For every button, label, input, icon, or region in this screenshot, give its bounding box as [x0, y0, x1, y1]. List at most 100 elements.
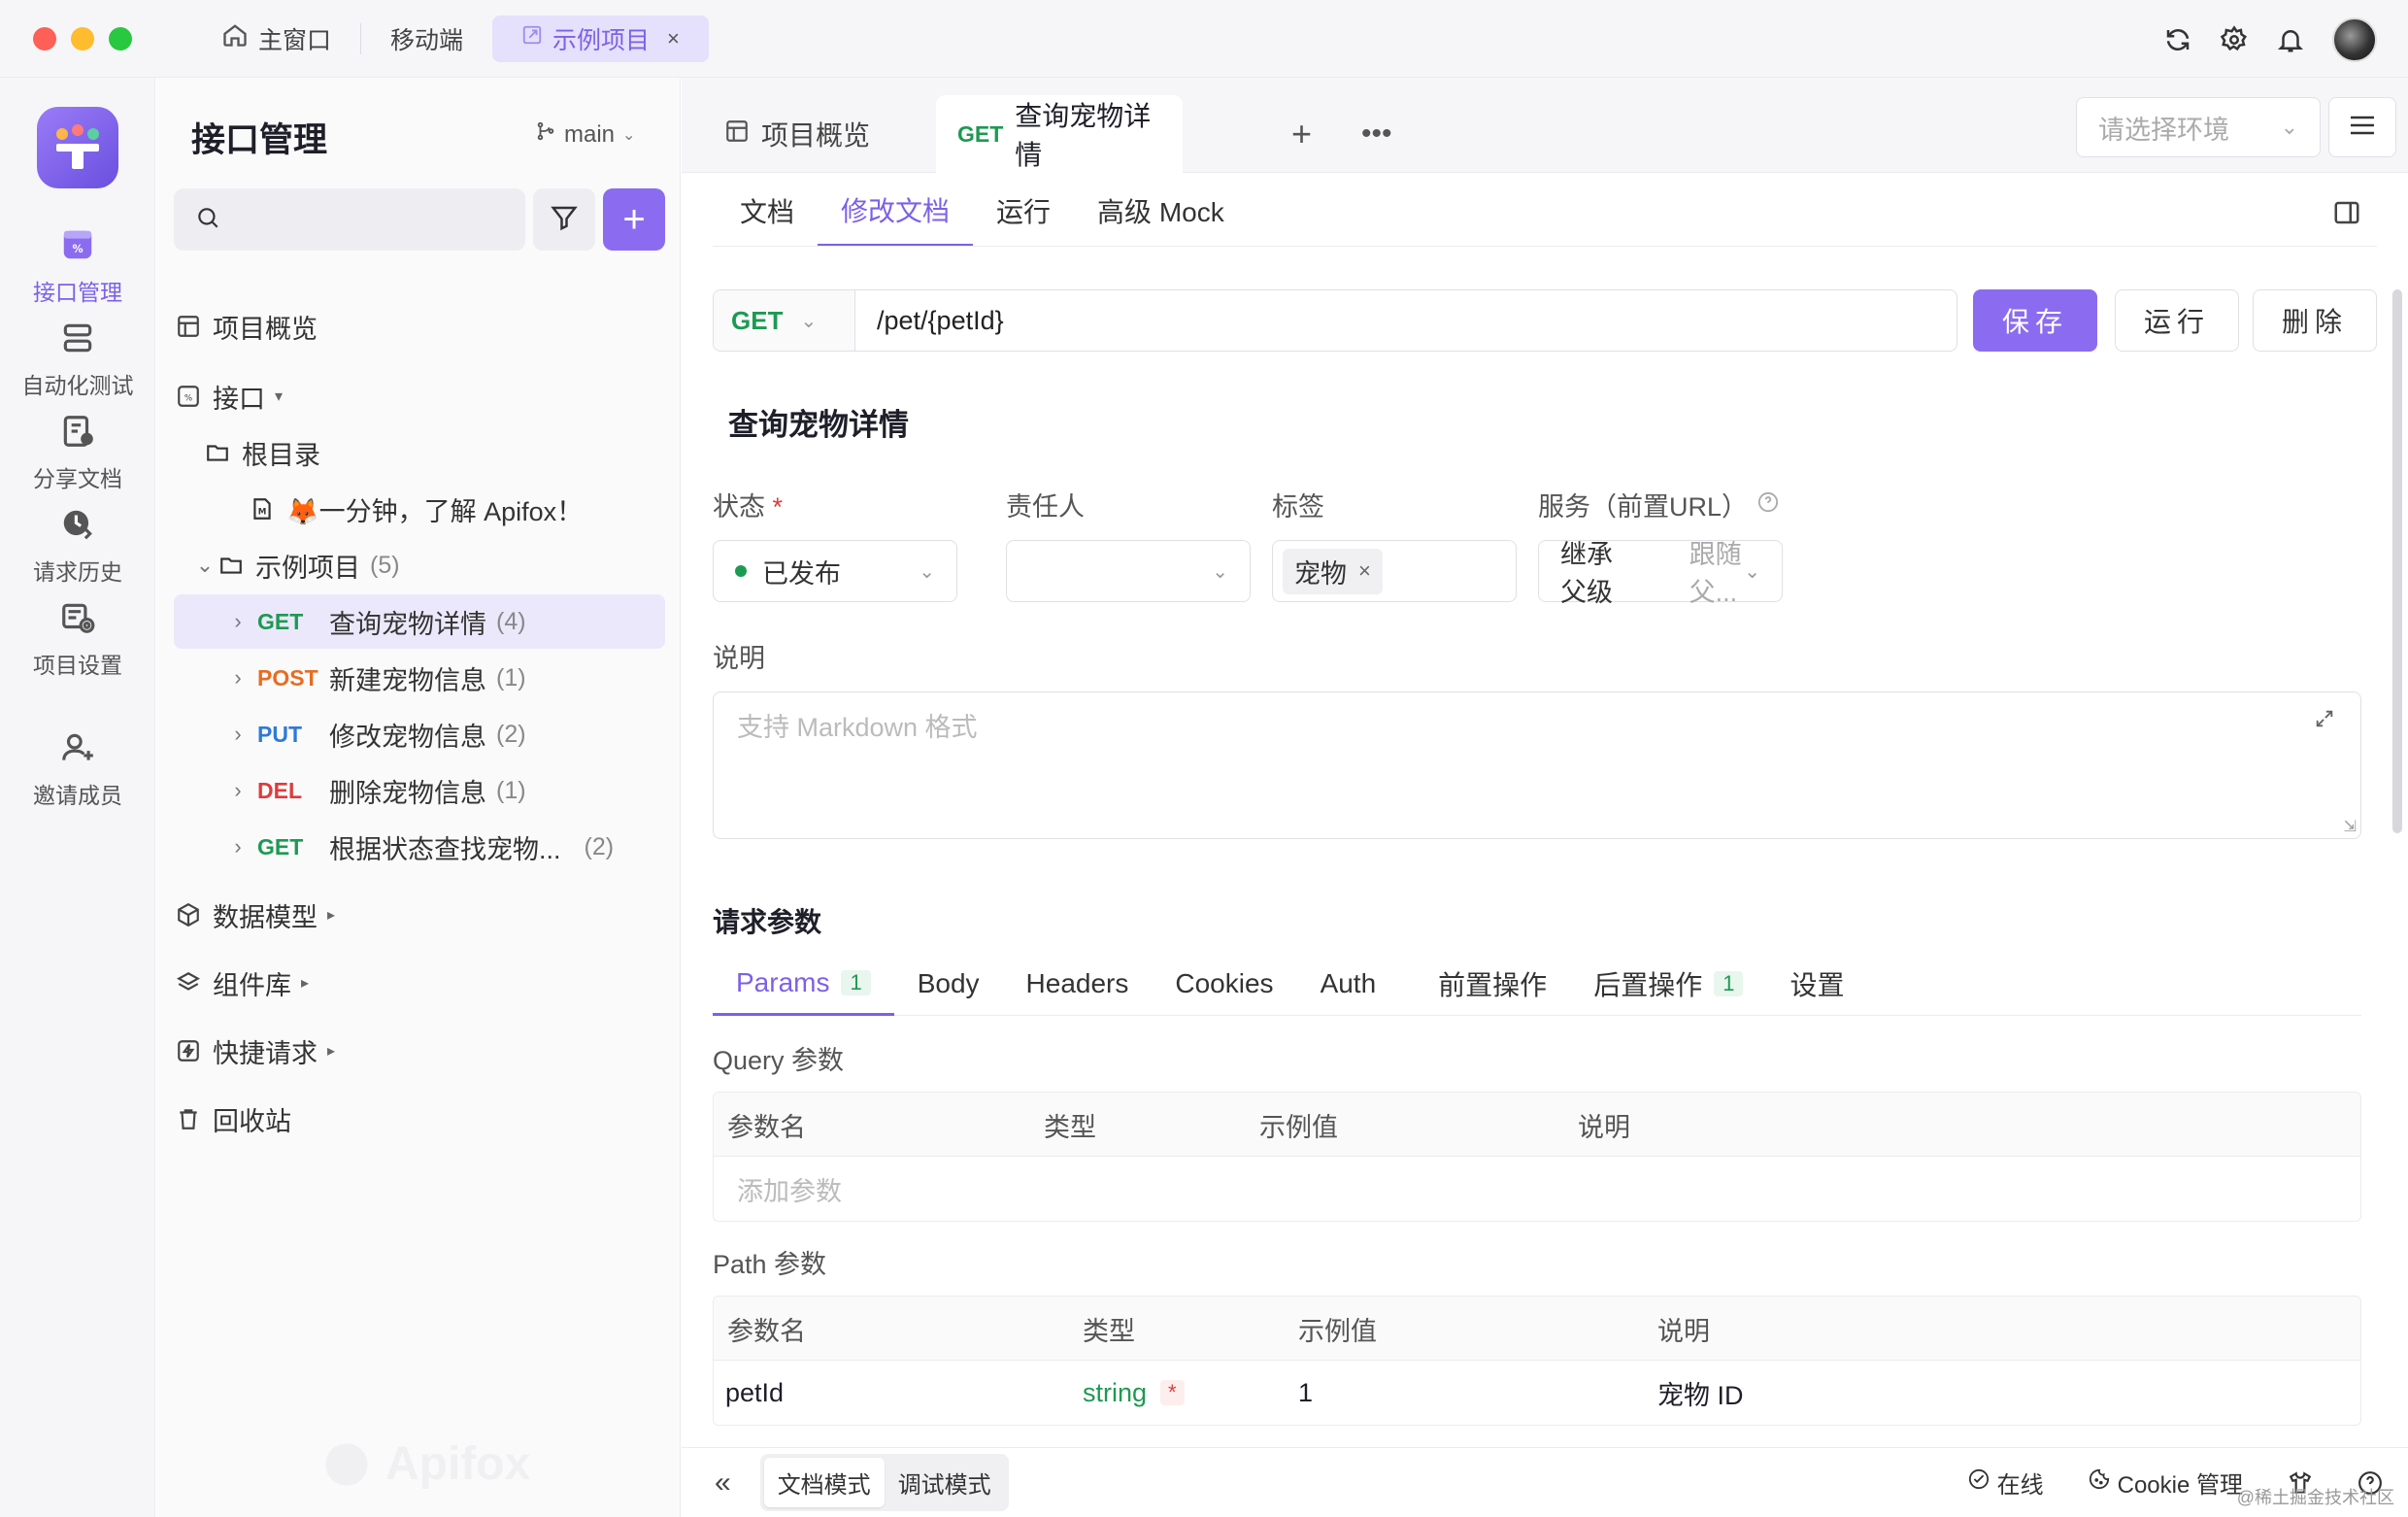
subtab-advanced-mock[interactable]: 高级 Mock	[1074, 175, 1248, 247]
bottom-bar: « 文档模式 调试模式 在线 Cookie 管理	[682, 1447, 2408, 1517]
resize-handle-icon[interactable]: ⇲	[2344, 817, 2357, 836]
status-select[interactable]: 已发布 ⌄	[713, 540, 957, 602]
param-description[interactable]: 宠物 ID	[1657, 1361, 1744, 1425]
debug-mode-button[interactable]: 调试模式	[885, 1458, 1005, 1507]
settings-gear-icon[interactable]	[2220, 25, 2249, 54]
add-button[interactable]: +	[603, 188, 665, 251]
tree-item-recycle-bin[interactable]: 回收站	[174, 1092, 665, 1146]
filter-button[interactable]	[533, 188, 595, 251]
sidebar-toggle-icon[interactable]	[2332, 198, 2361, 232]
subtab-doc[interactable]: 文档	[717, 175, 818, 247]
subtab-edit-doc[interactable]: 修改文档	[818, 175, 974, 247]
more-tabs-button[interactable]: •••	[1340, 95, 1414, 173]
search-input[interactable]	[232, 206, 504, 233]
param-name[interactable]: petId	[725, 1361, 784, 1425]
method-badge: GET	[957, 120, 1004, 147]
api-name-title[interactable]: 查询宠物详情	[728, 400, 909, 444]
column-header: 参数名	[727, 1316, 806, 1346]
param-type[interactable]: string *	[1083, 1361, 1185, 1425]
save-button[interactable]: 保存	[1973, 289, 2097, 352]
chevron-right-icon: ›	[234, 778, 242, 802]
help-icon[interactable]	[1757, 489, 1779, 520]
tree-endpoint[interactable]: › PUT 修改宠物信息 (2)	[174, 707, 665, 761]
tree-endpoint[interactable]: › GET 查询宠物详情 (4)	[174, 594, 665, 649]
nav-invite-member[interactable]: 邀请成员	[0, 728, 155, 810]
run-button[interactable]: 运行	[2115, 289, 2239, 352]
nav-request-history[interactable]: 请求历史	[0, 505, 155, 587]
owner-select[interactable]: ⌄	[1006, 540, 1251, 602]
tab-headers[interactable]: Headers	[1003, 952, 1153, 1016]
doc-mode-button[interactable]: 文档模式	[763, 1458, 885, 1507]
param-example[interactable]: 1	[1298, 1361, 1313, 1425]
close-tab-icon[interactable]: ×	[667, 26, 680, 51]
endpoint-name: 根据状态查找宠物...	[329, 834, 561, 864]
tree-item-intro-doc[interactable]: M 🦊一分钟，了解 Apifox！	[174, 482, 665, 536]
collapse-sidebar-icon[interactable]: «	[715, 1466, 731, 1500]
maximize-window-button[interactable]	[109, 26, 132, 51]
history-icon	[58, 505, 97, 544]
tree-item-overview[interactable]: 项目概览	[174, 299, 665, 354]
tab-settings[interactable]: 设置	[1766, 952, 1867, 1016]
chevron-down-icon: ⌄	[1212, 560, 1228, 583]
add-param-row[interactable]: 添加参数	[714, 1157, 2360, 1221]
tree-endpoint[interactable]: › GET 根据状态查找宠物... (2)	[174, 820, 665, 874]
tree-item-label: 示例项目	[255, 553, 360, 583]
main-scrollbar[interactable]	[2392, 289, 2402, 833]
expand-icon[interactable]	[2314, 706, 2335, 736]
service-select[interactable]: 继承父级 跟随父... ⌄	[1538, 540, 1783, 607]
tab-auth[interactable]: Auth	[1297, 952, 1400, 1016]
tab-post-operations[interactable]: 后置操作 1	[1570, 952, 1766, 1016]
tree-item-components[interactable]: 组件库 ▸	[174, 956, 665, 1010]
api-small-icon: %	[174, 384, 203, 409]
endpoint-name: 查询宠物详情	[329, 609, 486, 639]
tab-get-pet-detail[interactable]: GET 查询宠物详情	[936, 95, 1183, 173]
nav-automation[interactable]: 自动化测试	[0, 319, 155, 400]
tree-search[interactable]	[174, 188, 525, 251]
environment-select[interactable]: 请选择环境 ⌄	[2076, 97, 2321, 157]
description-editor[interactable]: 支持 Markdown 格式 ⇲	[713, 691, 2361, 839]
tab-params[interactable]: Params 1	[713, 952, 894, 1016]
request-params-title: 请求参数	[713, 907, 822, 937]
tab-cookies[interactable]: Cookies	[1152, 952, 1296, 1016]
tab-label: 后置操作	[1593, 970, 1703, 1000]
table-row[interactable]: petId string * 1 宠物 ID	[714, 1361, 2360, 1425]
delete-button[interactable]: 删除	[2253, 289, 2377, 352]
tree-endpoint[interactable]: › DEL 删除宠物信息 (1)	[174, 763, 665, 818]
url-path-input[interactable]	[855, 305, 1923, 336]
method-select[interactable]: GET ⌄	[714, 290, 855, 351]
tree-item-label: 🦊一分钟，了解 Apifox！	[286, 496, 584, 526]
sync-icon[interactable]	[2163, 25, 2192, 54]
user-avatar[interactable]	[2332, 17, 2377, 62]
minimize-window-button[interactable]	[71, 26, 94, 51]
tab-body[interactable]: Body	[894, 952, 1003, 1016]
tree-item-api[interactable]: % 接口 ▾	[174, 369, 665, 423]
branch-selector[interactable]: main ⌄	[535, 120, 635, 149]
tree-item-folder[interactable]: ⌄ 示例项目 (5)	[174, 538, 665, 592]
required-toggle[interactable]: *	[1160, 1380, 1185, 1405]
window-tab-project[interactable]: 示例项目 ×	[492, 15, 709, 62]
remove-tag-icon[interactable]: ×	[1358, 558, 1371, 584]
nav-project-settings[interactable]: 项目设置	[0, 598, 155, 680]
endpoint-name: 新建宠物信息	[329, 665, 486, 695]
tag-select[interactable]: 宠物 ×	[1272, 540, 1517, 602]
subtab-run[interactable]: 运行	[973, 175, 1074, 247]
new-tab-button[interactable]: +	[1270, 95, 1333, 173]
tree-endpoint[interactable]: › POST 新建宠物信息 (1)	[174, 651, 665, 705]
tab-project-overview[interactable]: 项目概览	[703, 95, 891, 173]
environment-menu-button[interactable]	[2328, 97, 2396, 157]
close-window-button[interactable]	[33, 26, 56, 51]
window-tab-main[interactable]: 主窗口	[192, 22, 362, 54]
tree-item-quick-request[interactable]: 快捷请求 ▸	[174, 1024, 665, 1078]
tree-item-root[interactable]: 根目录	[174, 425, 665, 480]
nav-api-management[interactable]: % 接口管理	[0, 225, 155, 307]
online-status[interactable]: 在线	[1968, 1466, 2044, 1500]
tab-pre-operations[interactable]: 前置操作	[1415, 952, 1570, 1016]
api-icon: %	[58, 225, 97, 264]
column-header: 类型	[1083, 1316, 1135, 1346]
window-tab-mobile[interactable]: 移动端	[361, 16, 492, 62]
nav-share-docs[interactable]: 分享文档	[0, 412, 155, 493]
notification-bell-icon[interactable]	[2276, 25, 2305, 54]
tree-item-data-model[interactable]: 数据模型 ▸	[174, 888, 665, 942]
cookie-manager[interactable]: Cookie 管理	[2089, 1466, 2243, 1500]
endpoint-count: (2)	[496, 720, 526, 748]
